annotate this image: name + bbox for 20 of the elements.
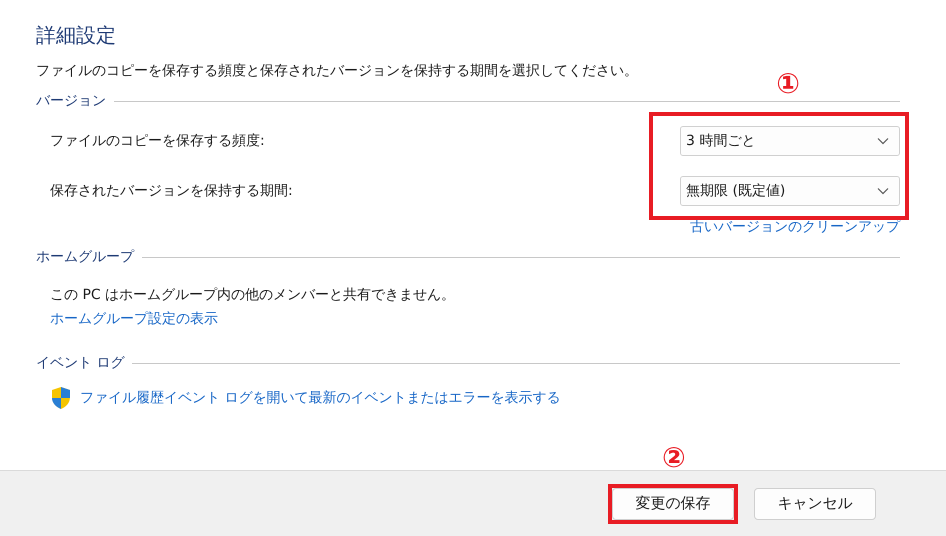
section-heading: バージョン	[36, 92, 106, 110]
cancel-button[interactable]: キャンセル	[754, 488, 876, 520]
annotation-number: ②	[662, 444, 686, 472]
annotation-number: ①	[776, 70, 800, 98]
section-heading: ホームグループ	[36, 248, 134, 266]
dropdown[interactable]: 3 時間ごと	[680, 126, 900, 156]
description: ファイルのコピーを保存する頻度と保存されたバージョンを保持する期間を選択してください。	[36, 62, 639, 80]
save-button[interactable]: 変更の保存	[612, 488, 734, 520]
event-log-link[interactable]: ファイル履歴イベント ログを開いて最新のイベントまたはエラーを表示する	[80, 389, 560, 407]
homegroup-link[interactable]: ホームグループ設定の表示	[50, 311, 218, 327]
setting-label: 保存されたバージョンを保持する期間:	[50, 182, 293, 200]
cleanup-link[interactable]: 古いバージョンのクリーンアップ	[690, 218, 900, 236]
setting-label: ファイルのコピーを保存する頻度:	[50, 132, 265, 150]
section-heading: イベント ログ	[36, 354, 124, 372]
shield-icon	[50, 386, 72, 410]
chevron-icon	[877, 137, 889, 145]
homegroup-text: この PC はホームグループ内の他のメンバーと共有できません。	[49, 286, 456, 304]
page-title: 詳細設定	[36, 22, 117, 49]
dropdown[interactable]: 無期限 (既定値)	[680, 176, 900, 206]
chevron-icon	[877, 187, 889, 195]
